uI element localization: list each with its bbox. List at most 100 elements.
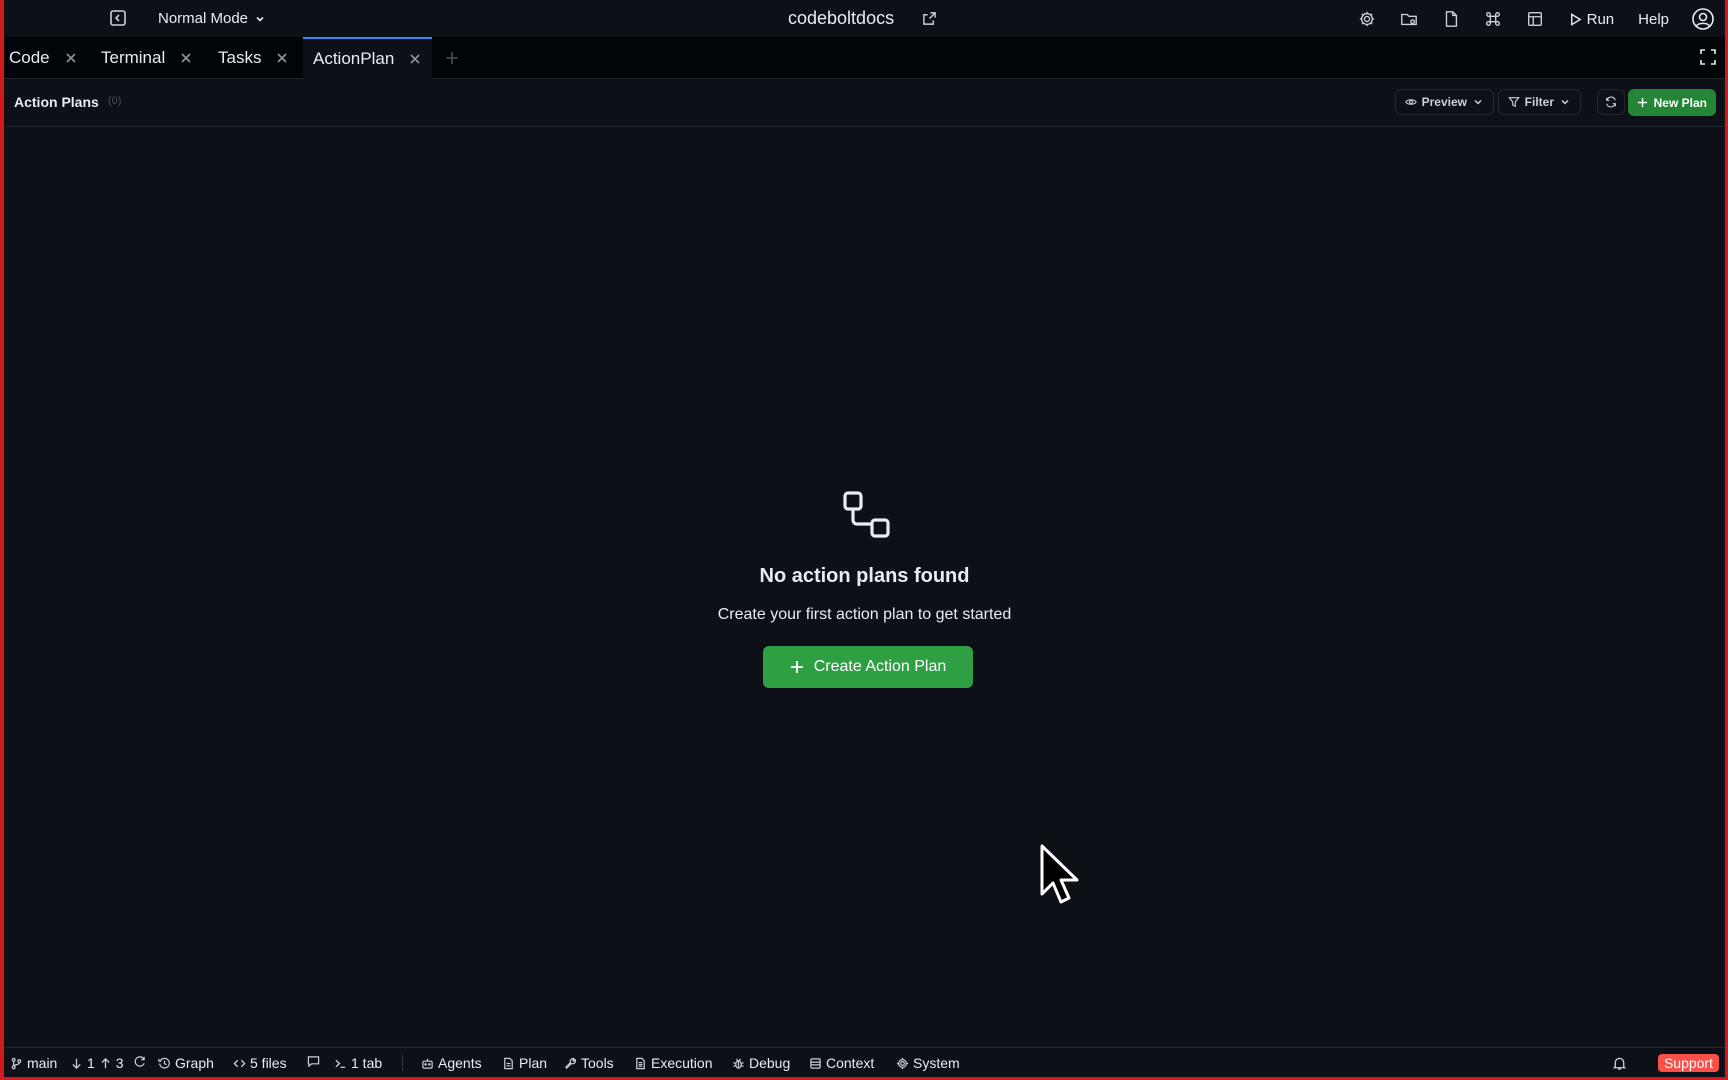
- arrow-up-icon: [101, 1057, 110, 1068]
- mouse-cursor-icon: [1040, 844, 1079, 904]
- git-sync-status[interactable]: 1 3: [70, 1055, 124, 1071]
- debug-label: Debug: [749, 1055, 791, 1071]
- project-title: codeboltdocs: [788, 8, 895, 28]
- file-icon[interactable]: [1440, 8, 1462, 30]
- tab-label: Code: [9, 48, 50, 67]
- graph-button[interactable]: Graph: [158, 1055, 214, 1071]
- history-icon: [158, 1057, 170, 1069]
- tab-terminal[interactable]: Terminal: [101, 37, 193, 79]
- gear-icon: [896, 1057, 909, 1069]
- ahead-count: 3: [115, 1055, 124, 1071]
- tab-actionplan[interactable]: ActionPlan: [303, 37, 433, 79]
- status-bar: main 1 3 Graph 5 files 1 tab Agents Plan…: [4, 1047, 1725, 1077]
- refresh-button[interactable]: [1597, 89, 1625, 115]
- run-button[interactable]: Run: [1568, 10, 1615, 28]
- support-button[interactable]: Support: [1657, 1054, 1719, 1072]
- plan-button[interactable]: Plan: [502, 1055, 547, 1071]
- tab-label: Terminal: [101, 48, 166, 67]
- system-button[interactable]: System: [896, 1055, 960, 1071]
- terminal-tabs[interactable]: 1 tab: [334, 1055, 382, 1071]
- arrow-down-icon: [72, 1058, 81, 1069]
- help-menu[interactable]: Help: [1638, 11, 1669, 28]
- preview-label: Preview: [1421, 95, 1467, 109]
- editor-tab-bar: Code Terminal Tasks ActionPlan: [4, 37, 1725, 79]
- changed-files[interactable]: 5 files: [233, 1055, 287, 1071]
- folder-settings-icon[interactable]: [1398, 8, 1420, 30]
- external-link-icon[interactable]: [922, 11, 937, 26]
- tab-tasks[interactable]: Tasks: [218, 37, 289, 79]
- plus-icon: [1637, 97, 1647, 108]
- tab-label: ActionPlan: [313, 49, 395, 68]
- new-plan-button[interactable]: New Plan: [1627, 89, 1716, 116]
- document-icon: [504, 1057, 513, 1069]
- file-text-icon: [636, 1057, 645, 1069]
- play-icon: [1570, 12, 1582, 26]
- tools-button[interactable]: Tools: [564, 1055, 614, 1071]
- workflow-icon: [842, 490, 892, 540]
- empty-state-subtitle: Create your first action plan to get sta…: [717, 606, 1012, 623]
- plus-icon: [790, 661, 803, 673]
- behind-count: 1: [87, 1055, 95, 1071]
- tab-label: Tasks: [218, 48, 262, 67]
- sidebar-toggle-icon[interactable]: [108, 8, 128, 28]
- mode-label: Normal Mode: [158, 10, 249, 27]
- plan-label: Plan: [519, 1055, 548, 1071]
- filter-label: Filter: [1524, 95, 1554, 109]
- settings-gear-icon[interactable]: [1356, 8, 1378, 30]
- chevron-down-icon: [256, 16, 264, 22]
- action-plans-toolbar: Action Plans (0) Preview Filter New Plan: [4, 79, 1725, 127]
- tab-code[interactable]: Code: [9, 37, 78, 79]
- command-icon[interactable]: [1482, 8, 1504, 30]
- graph-label: Graph: [175, 1055, 214, 1071]
- empty-state-title: No action plans found: [759, 565, 970, 587]
- git-branch[interactable]: main: [10, 1055, 57, 1071]
- titlebar-actions: Run Help: [1336, 6, 1715, 32]
- create-action-plan-button[interactable]: Create Action Plan: [763, 646, 973, 688]
- tabs-label: 1 tab: [351, 1055, 383, 1071]
- terminal-prompt-icon: [335, 1059, 346, 1068]
- database-icon: [810, 1057, 821, 1069]
- close-icon[interactable]: [408, 52, 422, 66]
- context-label: Context: [826, 1055, 875, 1071]
- agents-label: Agents: [438, 1055, 482, 1071]
- close-icon[interactable]: [64, 51, 78, 65]
- mode-selector[interactable]: Normal Mode: [158, 10, 266, 27]
- execution-button[interactable]: Execution: [634, 1055, 712, 1071]
- bell-icon[interactable]: [1612, 1056, 1627, 1071]
- divider: [402, 1055, 403, 1071]
- close-icon[interactable]: [179, 51, 193, 65]
- close-icon[interactable]: [275, 51, 289, 65]
- run-label: Run: [1586, 10, 1615, 28]
- branch-name: main: [27, 1055, 58, 1071]
- chevron-down-icon: [1561, 99, 1569, 105]
- eye-icon: [1404, 99, 1417, 105]
- preview-dropdown[interactable]: Preview: [1394, 89, 1494, 115]
- robot-icon: [422, 1058, 433, 1069]
- page-title: Action Plans: [14, 94, 99, 110]
- files-label: 5 files: [250, 1055, 287, 1071]
- plan-count: (0): [108, 95, 122, 107]
- chat-icon[interactable]: [307, 1055, 320, 1068]
- fullscreen-icon[interactable]: [1699, 48, 1717, 66]
- system-label: System: [913, 1055, 960, 1071]
- sync-icon[interactable]: [133, 1055, 146, 1068]
- filter-icon: [1507, 97, 1520, 108]
- execution-label: Execution: [651, 1055, 713, 1071]
- git-branch-icon: [11, 1057, 22, 1069]
- wrench-icon: [565, 1057, 577, 1069]
- create-action-plan-label: Create Action Plan: [813, 658, 947, 675]
- filter-dropdown[interactable]: Filter: [1497, 89, 1581, 115]
- new-plan-label: New Plan: [1653, 95, 1707, 110]
- tools-label: Tools: [581, 1055, 614, 1071]
- chevron-down-icon: [1474, 99, 1482, 105]
- user-account-icon[interactable]: [1691, 7, 1715, 31]
- refresh-icon: [1606, 96, 1616, 108]
- debug-button[interactable]: Debug: [732, 1055, 790, 1071]
- layout-panel-icon[interactable]: [1524, 8, 1546, 30]
- add-tab-icon[interactable]: [444, 50, 460, 66]
- context-button[interactable]: Context: [809, 1055, 874, 1071]
- agents-button[interactable]: Agents: [421, 1055, 482, 1071]
- code-icon: [233, 1059, 246, 1067]
- title-bar: Normal Mode codeboltdocs Run Help: [4, 0, 1725, 37]
- bug-icon: [733, 1058, 744, 1069]
